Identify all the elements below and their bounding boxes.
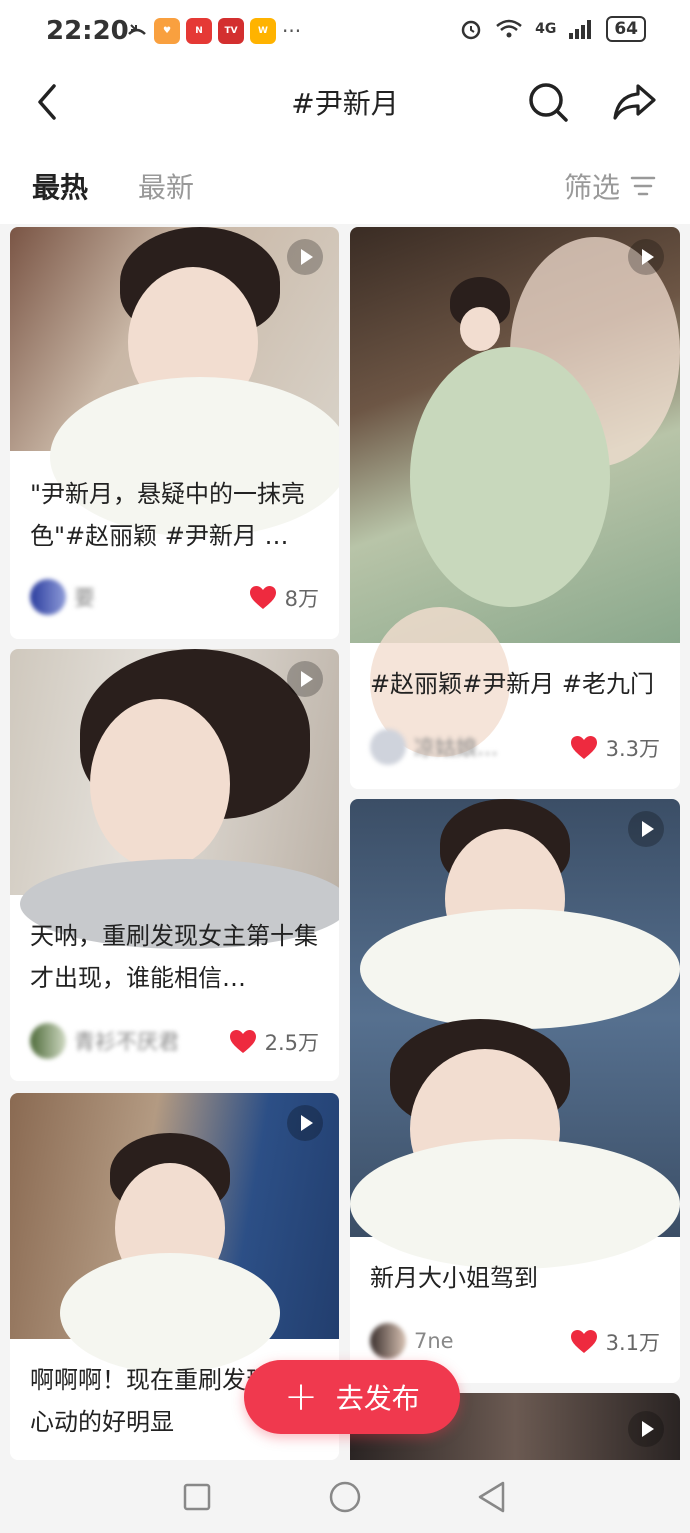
notification-icons: ♥ N TV W ··· <box>126 18 301 44</box>
battery-level: 64 <box>606 16 646 42</box>
post-caption: #赵丽颖#尹新月 #老九门 <box>370 670 654 698</box>
video-play-icon <box>287 661 323 697</box>
avatar <box>30 579 66 615</box>
video-play-icon <box>628 811 664 847</box>
tab-hot[interactable]: 最热 <box>32 166 88 206</box>
like-button[interactable]: 3.1万 <box>570 1327 660 1357</box>
recent-apps-icon[interactable] <box>182 1482 212 1512</box>
author-name: 青衫不厌君 <box>74 1030 179 1054</box>
post-cover-image <box>350 799 680 1269</box>
heart-icon <box>229 1030 256 1053</box>
filter-button[interactable]: 筛选 <box>564 166 656 206</box>
heart-icon <box>249 586 276 609</box>
filter-label: 筛选 <box>563 171 620 204</box>
video-play-icon <box>287 239 323 275</box>
like-count: 8万 <box>284 587 319 611</box>
video-play-icon <box>287 1105 323 1141</box>
post-author[interactable]: 凉姑娘… <box>370 729 498 765</box>
post-author[interactable]: 要 <box>30 579 95 615</box>
post-author[interactable]: 青衫不厌君 <box>30 1023 179 1059</box>
share-button[interactable] <box>612 80 656 124</box>
app-heart-icon: ♥ <box>154 18 180 44</box>
author-name: 凉姑娘… <box>414 736 498 760</box>
video-play-icon <box>628 1411 664 1447</box>
missed-call-icon <box>128 24 146 35</box>
system-navigation-bar <box>0 1460 690 1533</box>
top-navigation: #尹新月 <box>0 66 690 138</box>
post-card[interactable]: 天呐，重刷发现女主第十集才出现，谁能相信… 青衫不厌君 2.5万 <box>10 649 339 1081</box>
heart-icon <box>570 736 597 759</box>
app-tv-icon: TV <box>218 18 244 44</box>
like-count: 3.1万 <box>605 1331 660 1355</box>
post-author[interactable]: 7ne <box>370 1323 454 1359</box>
like-count: 3.3万 <box>605 737 660 761</box>
post-caption: "尹新月，悬疑中的一抹亮色"#赵丽颖 #尹新月 … <box>30 480 306 550</box>
author-name: 要 <box>74 586 95 610</box>
back-nav-icon[interactable] <box>476 1480 508 1514</box>
like-button[interactable]: 3.3万 <box>570 733 660 763</box>
video-play-icon <box>628 239 664 275</box>
avatar <box>370 729 406 765</box>
like-button[interactable]: 2.5万 <box>229 1027 319 1057</box>
filter-icon <box>630 176 656 196</box>
heart-icon <box>570 1330 597 1353</box>
publish-label: 去发布 <box>335 1382 420 1415</box>
network-type: 4G <box>535 21 557 37</box>
like-button[interactable]: 8万 <box>249 583 319 613</box>
share-icon <box>613 84 656 120</box>
alarm-icon <box>461 20 481 40</box>
search-icon <box>529 83 568 122</box>
post-caption: 新月大小姐驾到 <box>370 1264 538 1292</box>
tab-latest[interactable]: 最新 <box>138 166 194 206</box>
plus-icon: + <box>284 1374 318 1420</box>
app-news-icon: N <box>186 18 212 44</box>
like-count: 2.5万 <box>264 1031 319 1055</box>
sort-tabs: 最热 最新 筛选 <box>0 138 690 224</box>
status-bar: 22:20 ♥ N TV W ··· 4G 64 <box>0 0 690 66</box>
search-button[interactable] <box>526 80 570 124</box>
weibo-icon: W <box>250 18 276 44</box>
author-name: 7ne <box>414 1329 454 1353</box>
avatar <box>30 1023 66 1059</box>
status-right: 4G 64 <box>459 16 646 42</box>
signal-icon <box>569 20 592 39</box>
post-card[interactable]: "尹新月，悬疑中的一抹亮色"#赵丽颖 #尹新月 … 要 8万 <box>10 227 339 639</box>
publish-button[interactable]: + 去发布 <box>244 1360 460 1434</box>
home-icon[interactable] <box>328 1480 362 1514</box>
avatar <box>370 1323 406 1359</box>
more-notifications-icon: ··· <box>282 19 302 43</box>
post-card[interactable]: 新月大小姐驾到 7ne 3.1万 <box>350 799 680 1383</box>
post-card[interactable]: #赵丽颖#尹新月 #老九门 凉姑娘… 3.3万 <box>350 227 680 789</box>
wifi-icon <box>496 19 522 38</box>
post-cover-image <box>350 227 680 757</box>
post-caption: 天呐，重刷发现女主第十集才出现，谁能相信… <box>30 922 318 992</box>
status-time: 22:20 <box>46 16 129 46</box>
page-title: #尹新月 <box>291 87 399 120</box>
